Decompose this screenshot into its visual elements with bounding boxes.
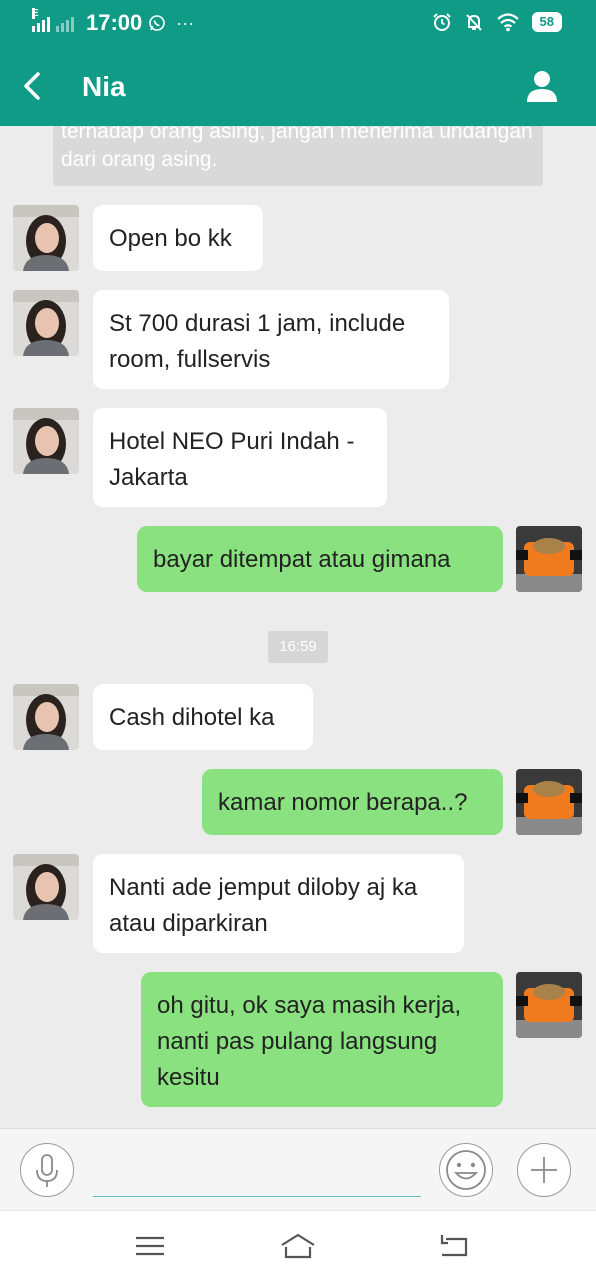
menu-icon[interactable] (132, 1231, 168, 1261)
chat-header: Nia (0, 46, 596, 126)
battery-icon: 58 (531, 12, 562, 32)
message-bubble-incoming[interactable]: Open bo kk (93, 205, 263, 271)
timestamp: 16:59 (268, 631, 328, 663)
emoji-button[interactable] (439, 1143, 493, 1197)
bell-muted-icon (465, 14, 482, 31)
contact-avatar[interactable] (13, 854, 79, 920)
signal-2-icon (56, 14, 74, 32)
plus-icon (531, 1157, 557, 1183)
system-notice: terhadap orang asing, jangan menerima un… (53, 126, 543, 186)
user-avatar[interactable] (516, 769, 582, 835)
more-notifications: ··· (176, 12, 195, 33)
message-bubble-incoming[interactable]: Nanti ade jemput diloby aj ka atau dipar… (93, 854, 464, 953)
network-type: E (32, 8, 39, 19)
message-input[interactable] (93, 1155, 421, 1197)
microphone-button[interactable] (20, 1143, 74, 1197)
message-bubble-outgoing[interactable]: kamar nomor berapa..? (202, 769, 503, 835)
clock: 17:00 (86, 10, 143, 35)
contact-avatar[interactable] (13, 408, 79, 474)
back-arrow-icon[interactable] (18, 68, 46, 104)
contact-avatar[interactable] (13, 205, 79, 271)
user-avatar[interactable] (516, 526, 582, 592)
chat-area[interactable]: terhadap orang asing, jangan menerima un… (0, 126, 596, 1128)
status-bar: E 17:00 ··· 58 (0, 0, 596, 46)
microphone-icon (36, 1154, 58, 1187)
signal-icon: E (32, 8, 50, 32)
emoji-icon (446, 1150, 486, 1190)
alarm-icon (432, 13, 451, 31)
message-bubble-incoming[interactable]: Hotel NEO Puri Indah - Jakarta (93, 408, 387, 507)
system-nav-bar (0, 1210, 596, 1280)
whatsapp-icon (149, 15, 166, 31)
message-bubble-incoming[interactable]: Cash dihotel ka (93, 684, 313, 750)
input-bar (0, 1128, 596, 1210)
back-icon[interactable] (436, 1231, 472, 1261)
wifi-icon (496, 13, 519, 32)
status-right: 58 (432, 12, 562, 32)
user-avatar[interactable] (516, 972, 582, 1038)
home-icon[interactable] (280, 1231, 316, 1261)
contact-avatar[interactable] (13, 684, 79, 750)
message-bubble-outgoing[interactable]: oh gitu, ok saya masih kerja, nanti pas … (141, 972, 503, 1107)
status-left: E 17:00 ··· (32, 8, 195, 36)
contact-name[interactable]: Nia (82, 71, 126, 103)
message-bubble-outgoing[interactable]: bayar ditempat atau gimana (137, 526, 503, 592)
attach-button[interactable] (517, 1143, 571, 1197)
message-bubble-incoming[interactable]: St 700 durasi 1 jam, include room, fulls… (93, 290, 449, 389)
contact-avatar[interactable] (13, 290, 79, 356)
profile-icon[interactable] (524, 68, 560, 104)
